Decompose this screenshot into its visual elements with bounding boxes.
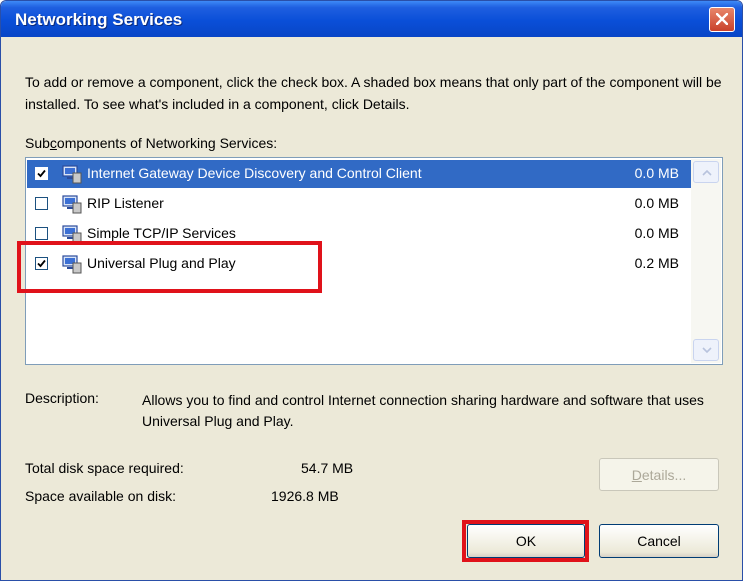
close-button[interactable] (709, 7, 735, 32)
component-size: 0.2 MB (634, 255, 679, 271)
list-item-rip-listener[interactable]: RIP Listener 0.0 MB (27, 190, 693, 218)
component-size: 0.0 MB (634, 165, 679, 181)
list-item-internet-gateway[interactable]: Internet Gateway Device Discovery and Co… (27, 160, 693, 188)
vertical-scrollbar[interactable] (691, 159, 721, 363)
highlight-box-ok-button (462, 520, 589, 562)
description-text: Allows you to find and control Internet … (142, 392, 704, 429)
checkmark-icon (37, 169, 46, 178)
component-size: 0.0 MB (634, 225, 679, 241)
instructions-text: To add or remove a component, click the … (25, 74, 722, 112)
chevron-down-icon (702, 347, 712, 354)
details-button[interactable]: Details... (599, 458, 719, 491)
highlight-box-universal-plug-and-play (17, 241, 322, 293)
description-label: Description: (25, 390, 99, 406)
disk-required-value: 54.7 MB (301, 460, 354, 476)
network-component-icon (62, 195, 82, 214)
component-name: Simple TCP/IP Services (87, 225, 236, 241)
network-component-icon (62, 165, 82, 184)
networking-services-dialog: Networking Services To add or remove a c… (0, 0, 743, 581)
scroll-down-button[interactable] (693, 339, 719, 361)
disk-required-label: Total disk space required: (25, 460, 184, 476)
checkbox-internet-gateway[interactable] (35, 167, 48, 180)
component-name: RIP Listener (87, 195, 164, 211)
close-icon (716, 13, 728, 25)
component-size: 0.0 MB (634, 195, 679, 211)
checkbox-simple-tcpip[interactable] (35, 227, 48, 240)
checkbox-rip-listener[interactable] (35, 197, 48, 210)
disk-available-value: 1926.8 MB (271, 488, 339, 504)
cancel-button[interactable]: Cancel (599, 524, 719, 558)
disk-available-label: Space available on disk: (25, 488, 176, 504)
window-title: Networking Services (15, 10, 183, 29)
component-name: Internet Gateway Device Discovery and Co… (87, 165, 422, 181)
scroll-up-button[interactable] (693, 161, 719, 183)
chevron-up-icon (702, 169, 712, 176)
title-bar[interactable]: Networking Services (1, 1, 742, 37)
subcomponents-label: Subcomponents of Networking Services: (25, 135, 278, 151)
